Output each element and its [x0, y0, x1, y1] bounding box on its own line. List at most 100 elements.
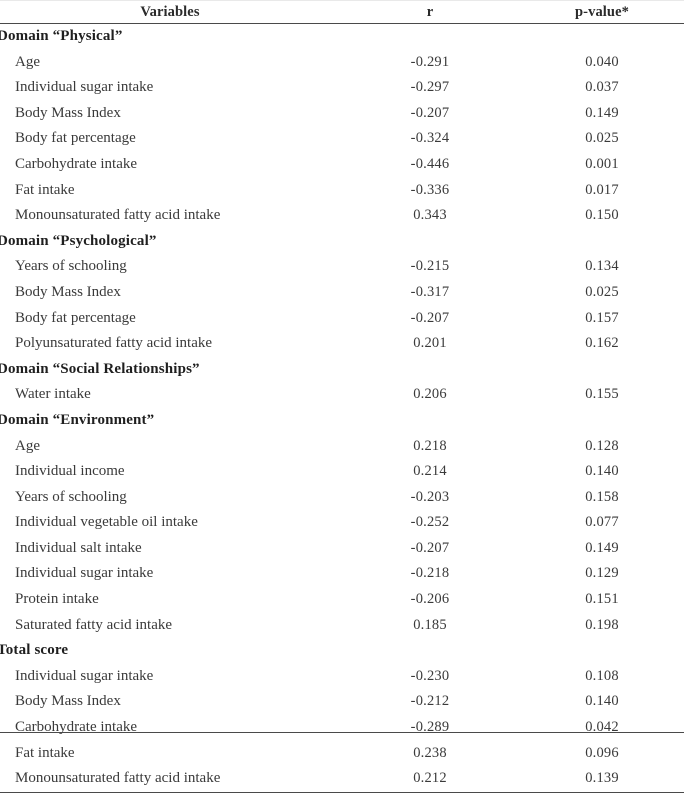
r-value: -0.206: [410, 591, 450, 608]
table-header: Variables r p-value*: [0, 0, 684, 24]
r-value: 0.214: [413, 463, 447, 480]
variable-label: Body Mass Index: [15, 283, 121, 300]
r-value: -0.291: [410, 53, 450, 70]
table-bottom-rule: [0, 731, 684, 733]
r-value: -0.212: [410, 693, 450, 710]
r-value: 0.218: [413, 437, 447, 454]
variable-label: Polyunsaturated fatty acid intake: [15, 335, 213, 352]
p-value: [520, 229, 684, 255]
r-value: -0.207: [410, 539, 450, 556]
r-value: [340, 357, 520, 383]
correlation-table-container: Variables r p-value* Domain “Physical” Ag…: [0, 0, 684, 793]
column-header-variables: Variables: [0, 0, 340, 24]
p-value: 0.108: [585, 667, 619, 684]
variable-label: Saturated fatty acid intake: [15, 616, 173, 633]
table-row: Years of schooling -0.203 0.158: [0, 485, 684, 511]
variable-label: Fat intake: [15, 744, 75, 761]
r-value: [340, 638, 520, 664]
p-value: 0.162: [585, 335, 619, 352]
section-label: Domain “Social Relationships”: [0, 360, 200, 377]
variable-label: Body fat percentage: [15, 309, 136, 326]
table-row: Individual sugar intake -0.230 0.108: [0, 664, 684, 690]
r-value: [340, 408, 520, 434]
variable-label: Years of schooling: [15, 258, 127, 275]
table-section-row: Domain “Physical”: [0, 24, 684, 50]
p-value: 0.155: [585, 386, 619, 403]
variable-label: Protein intake: [15, 591, 99, 608]
table-row: Fat intake -0.336 0.017: [0, 178, 684, 204]
table-section-row: Total score: [0, 638, 684, 664]
p-value: 0.001: [585, 155, 619, 172]
variable-label: Monounsaturated fatty acid intake: [0, 766, 340, 793]
column-header-p-value: p-value*: [520, 0, 684, 24]
variable-label: Years of schooling: [15, 488, 127, 505]
table-section-row: Domain “Environment”: [0, 408, 684, 434]
p-value: 0.025: [585, 130, 619, 147]
r-value: -0.336: [410, 181, 450, 198]
p-value: 0.025: [585, 283, 619, 300]
table-row: Age 0.218 0.128: [0, 434, 684, 460]
table-row: Fat intake 0.238 0.096: [0, 741, 684, 767]
p-value: 0.129: [585, 565, 619, 582]
r-value: -0.215: [410, 258, 450, 275]
r-value: [340, 229, 520, 255]
p-value: 0.077: [585, 514, 619, 531]
r-value: -0.218: [410, 565, 450, 582]
p-value: [520, 24, 684, 50]
p-value: 0.151: [585, 591, 619, 608]
r-value: -0.446: [410, 155, 450, 172]
variable-label: Age: [15, 53, 40, 70]
table-body: Domain “Physical” Age -0.291 0.040 Individua…: [0, 24, 684, 793]
r-value: -0.317: [410, 283, 450, 300]
r-value: 0.343: [413, 207, 447, 224]
r-value: -0.203: [410, 488, 450, 505]
table-row: Age -0.291 0.040: [0, 50, 684, 76]
table-row: Individual salt intake -0.207 0.149: [0, 536, 684, 562]
table-row: Individual sugar intake -0.218 0.129: [0, 561, 684, 587]
table-row: Body Mass Index -0.212 0.140: [0, 689, 684, 715]
p-value: 0.158: [585, 488, 619, 505]
correlation-table: Variables r p-value* Domain “Physical” Ag…: [0, 0, 684, 793]
table-row: Polyunsaturated fatty acid intake 0.201 0.…: [0, 331, 684, 357]
r-value: -0.297: [410, 79, 450, 96]
p-value: 0.140: [585, 693, 619, 710]
p-value: 0.040: [585, 53, 619, 70]
p-value: [520, 357, 684, 383]
r-value: 0.201: [413, 335, 447, 352]
variable-label: Individual sugar intake: [15, 565, 154, 582]
variable-label: Age: [15, 437, 40, 454]
table-row: Body Mass Index -0.207 0.149: [0, 101, 684, 127]
r-value: 0.212: [340, 766, 520, 793]
table-row: Body fat percentage -0.207 0.157: [0, 306, 684, 332]
variable-label: Body fat percentage: [15, 130, 136, 147]
variable-label: Monounsaturated fatty acid intake: [15, 207, 221, 224]
p-value: 0.128: [585, 437, 619, 454]
p-value: 0.149: [585, 539, 619, 556]
table-row: Monounsaturated fatty acid intake 0.343 0.…: [0, 203, 684, 229]
p-value: 0.134: [585, 258, 619, 275]
p-value: 0.140: [585, 463, 619, 480]
variable-label: Water intake: [15, 386, 91, 403]
table-row: Individual income 0.214 0.140: [0, 459, 684, 485]
table-row: Water intake 0.206 0.155: [0, 382, 684, 408]
r-value: -0.207: [410, 309, 450, 326]
table-row: Individual vegetable oil intake -0.252 0.0…: [0, 510, 684, 536]
variable-label: Body Mass Index: [15, 104, 121, 121]
table-row: Saturated fatty acid intake 0.185 0.198: [0, 613, 684, 639]
r-value: 0.238: [413, 744, 447, 761]
section-label: Domain “Environment”: [0, 411, 155, 428]
table-row: Body Mass Index -0.317 0.025: [0, 280, 684, 306]
r-value: -0.207: [410, 104, 450, 121]
variable-label: Individual vegetable oil intake: [15, 514, 198, 531]
table-row: Monounsaturated fatty acid intake 0.212 0.…: [0, 766, 684, 793]
table-row: Protein intake -0.206 0.151: [0, 587, 684, 613]
variable-label: Individual sugar intake: [15, 667, 154, 684]
table-row: Body fat percentage -0.324 0.025: [0, 126, 684, 152]
table-row: Individual sugar intake -0.297 0.037: [0, 75, 684, 101]
p-value: [520, 408, 684, 434]
p-value: 0.017: [585, 181, 619, 198]
p-value: 0.139: [520, 766, 684, 793]
variable-label: Individual salt intake: [15, 539, 142, 556]
table-header-row: Variables r p-value*: [0, 0, 684, 24]
r-value: -0.324: [410, 130, 450, 147]
